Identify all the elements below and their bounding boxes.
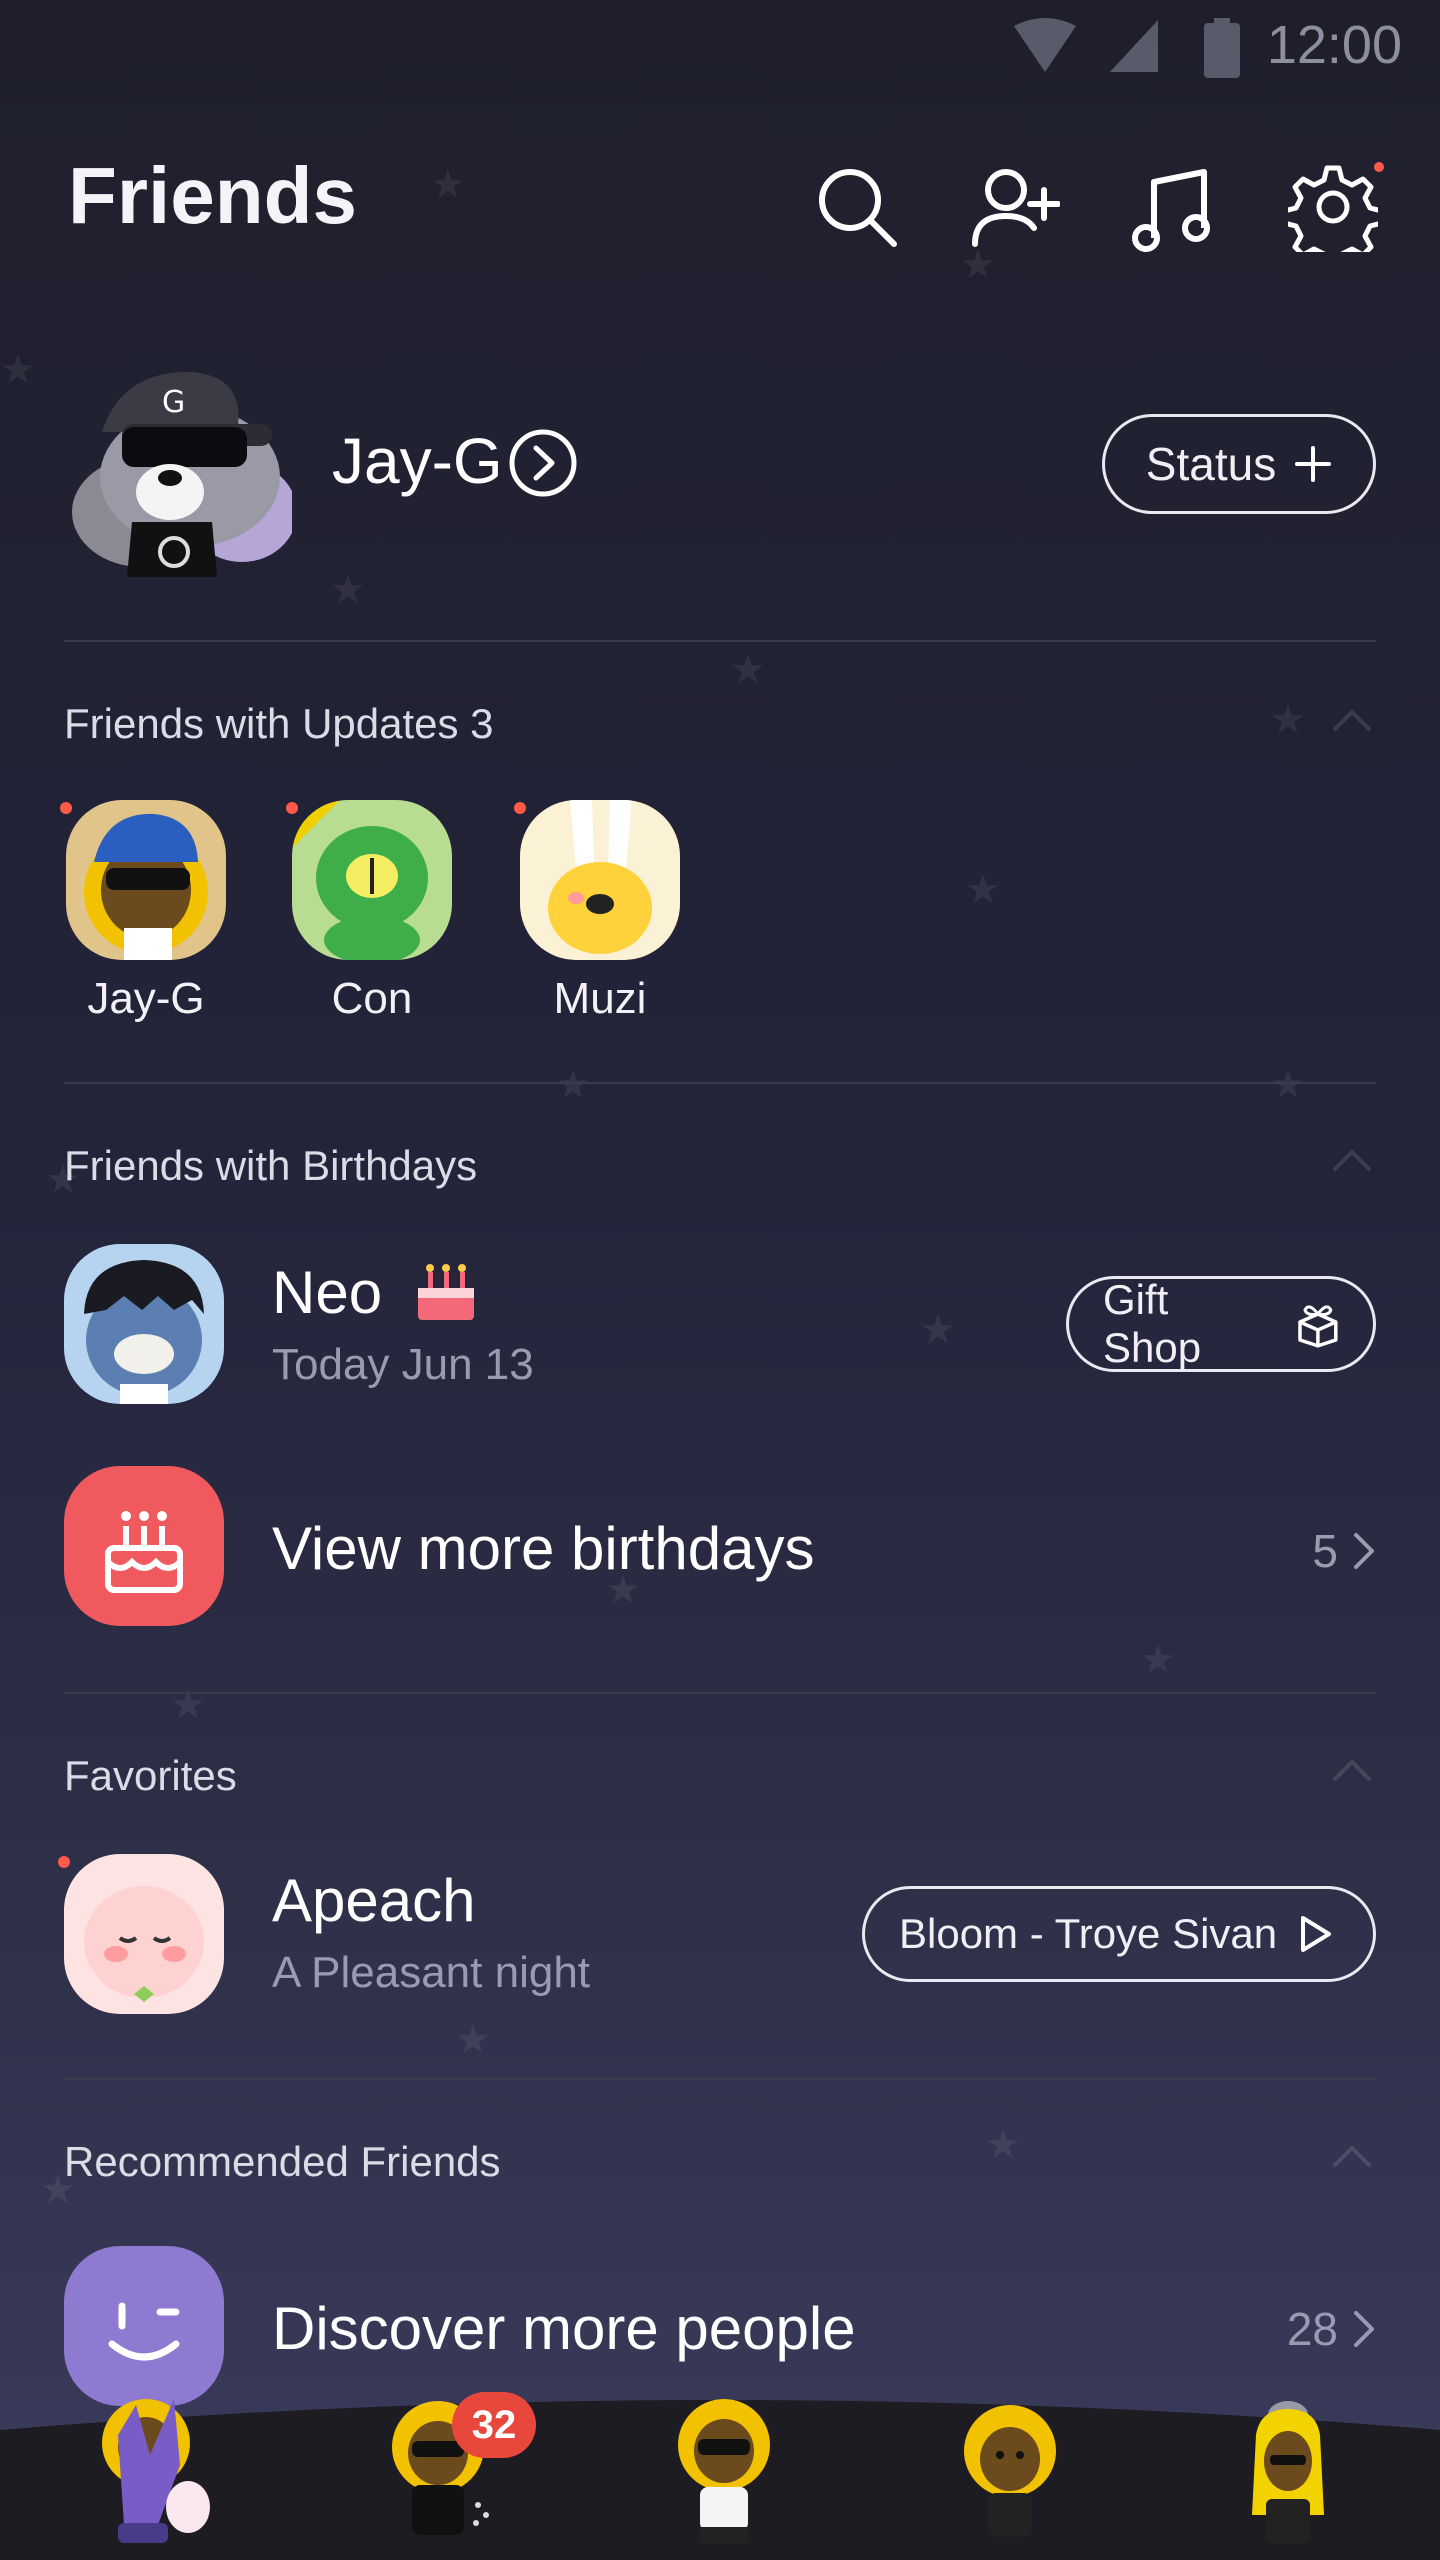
avatar (64, 1854, 224, 2014)
discover-smile-icon (64, 2246, 224, 2406)
plus-icon (1295, 446, 1332, 482)
avatar (64, 1244, 224, 1404)
divider (64, 1082, 1376, 1084)
avatar (66, 800, 226, 960)
collapse-chevron-icon[interactable] (1332, 708, 1372, 732)
chevron-right-icon (1354, 2311, 1374, 2347)
update-name: Con (331, 974, 413, 1023)
divider (64, 640, 1376, 642)
birthday-list-icon (64, 1466, 224, 1626)
favorite-friend-name: Apeach (272, 1867, 476, 1934)
status-bar: 12:00 (0, 0, 1440, 96)
birthday-date: Today Jun 13 (272, 1340, 534, 1389)
search-icon[interactable] (812, 162, 902, 252)
profile-chevron-circle-icon[interactable] (508, 428, 578, 498)
birthday-friend-name: Neo (272, 1259, 383, 1326)
tab-view[interactable] (664, 2395, 784, 2545)
tab-friends[interactable] (88, 2395, 210, 2545)
discover-more-row[interactable]: Discover more people 28 (0, 2240, 1440, 2410)
favorite-friend-status: A Pleasant night (272, 1948, 591, 1997)
discover-more-label: Discover more people (272, 2295, 856, 2362)
status-button-label: Status (1145, 438, 1277, 490)
updates-section-title: Friends with Updates 3 (64, 700, 494, 747)
status-add-button[interactable]: Status (1102, 414, 1376, 514)
update-name: Jay-G (87, 974, 205, 1023)
avatar (520, 800, 680, 960)
play-icon (1301, 1916, 1332, 1952)
favorites-section-title: Favorites (64, 1752, 237, 1799)
birthdays-count-value: 5 (1312, 1525, 1338, 1577)
music-icon[interactable] (1128, 162, 1218, 252)
new-update-dot (514, 802, 526, 814)
collapse-chevron-icon[interactable] (1332, 1758, 1372, 1782)
birthday-cake-icon (418, 1264, 474, 1320)
chevron-right-icon (1354, 1533, 1374, 1569)
svg-text:G: G (162, 385, 185, 420)
new-update-dot (60, 802, 72, 814)
update-item-con[interactable]: Con (292, 800, 452, 1024)
discover-count: 28 (1287, 2302, 1376, 2356)
profile-music-button[interactable]: Bloom - Troye Sivan (862, 1886, 1376, 1982)
discover-count-value: 28 (1286, 2303, 1338, 2355)
new-update-dot (58, 1856, 70, 1868)
update-item-muzi[interactable]: Muzi (520, 800, 680, 1024)
chats-unread-badge: 32 (452, 2392, 536, 2458)
settings-gear-icon[interactable] (1288, 162, 1378, 252)
avatar (292, 800, 452, 960)
view-more-birthdays-row[interactable]: View more birthdays 5 (0, 1462, 1440, 1632)
view-more-birthdays-label: View more birthdays (272, 1515, 815, 1582)
tab-more[interactable] (1230, 2395, 1350, 2545)
signal-icon (1110, 20, 1158, 72)
birthdays-section-title: Friends with Birthdays (64, 1142, 478, 1189)
update-name: Muzi (553, 974, 647, 1023)
gift-box-icon (1298, 1305, 1338, 1348)
settings-notification-dot (1374, 162, 1384, 172)
battery-icon (1204, 18, 1240, 78)
my-profile-name[interactable]: Jay-G (332, 424, 503, 498)
update-item-jay-g[interactable]: Jay-G (66, 800, 226, 1024)
wifi-icon (1014, 18, 1076, 72)
gift-shop-label: Gift Shop (1103, 1276, 1202, 1371)
collapse-chevron-icon[interactable] (1332, 2144, 1372, 2168)
collapse-chevron-icon[interactable] (1332, 1148, 1372, 1172)
add-friend-icon[interactable] (970, 162, 1060, 252)
recommended-section-title: Recommended Friends (64, 2138, 501, 2185)
profile-music-label: Bloom - Troye Sivan (899, 1910, 1278, 1957)
divider (64, 2078, 1376, 2080)
my-name-text: Jay-G (332, 425, 503, 497)
tab-shopping[interactable] (950, 2395, 1070, 2545)
gift-shop-button[interactable]: Gift Shop (1066, 1276, 1376, 1372)
my-profile-avatar[interactable]: G (62, 362, 297, 582)
divider (64, 1692, 1376, 1694)
birthdays-count: 5 (1312, 1524, 1376, 1578)
clock: 12:00 (1266, 15, 1402, 75)
new-update-dot (286, 802, 298, 814)
page-title: Friends (68, 151, 357, 240)
